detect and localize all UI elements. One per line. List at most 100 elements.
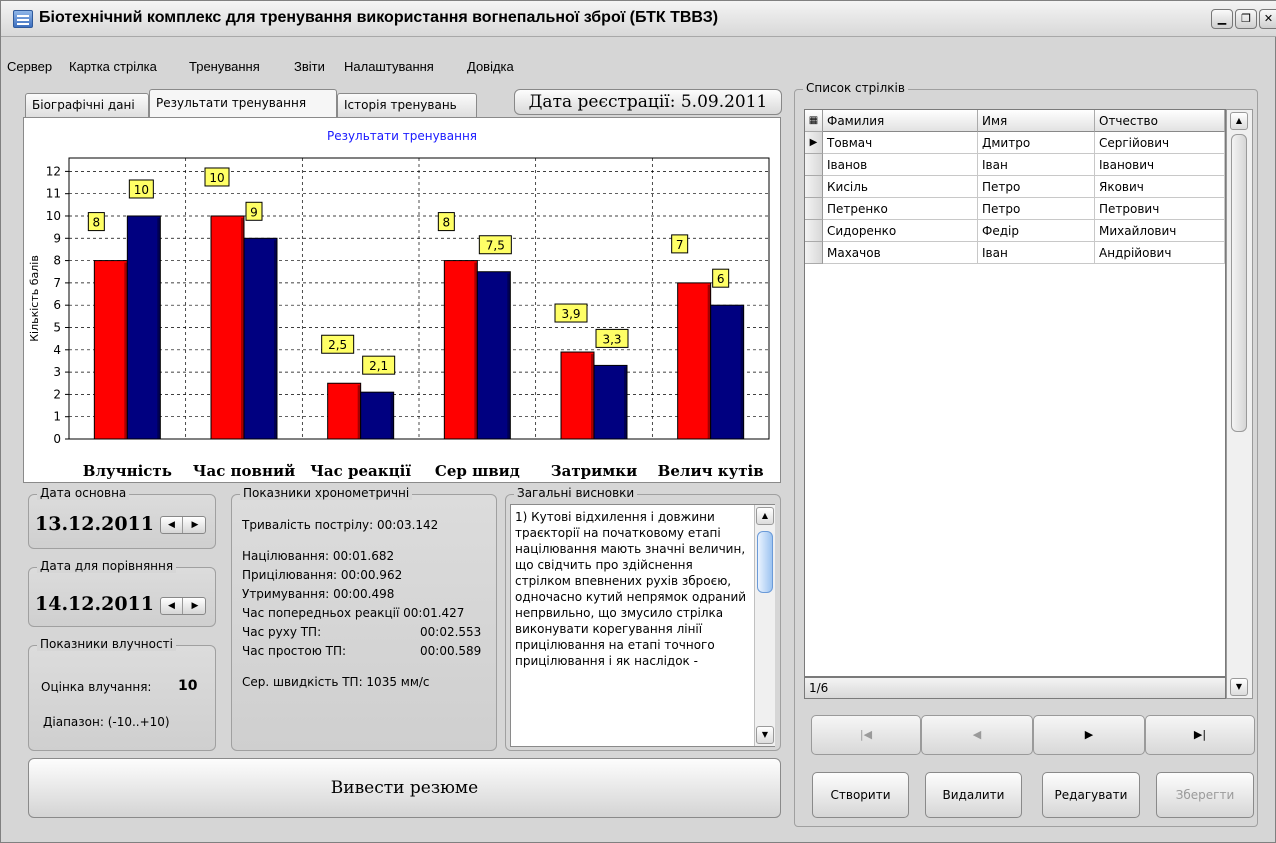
menu-settings[interactable]: Налаштування xyxy=(344,59,434,74)
tab-biography[interactable]: Біографічні дані xyxy=(25,93,149,117)
minimize-icon[interactable]: ▁ xyxy=(1211,9,1233,29)
menu-shooter-card[interactable]: Картка стрілка xyxy=(69,59,157,74)
data-label: 10 xyxy=(209,171,224,185)
bar xyxy=(93,260,128,440)
column-header-surname[interactable]: Фамилия xyxy=(823,110,978,132)
column-header-patronymic[interactable]: Отчество xyxy=(1095,110,1225,132)
data-label: 7 xyxy=(676,238,684,252)
row-indicator[interactable] xyxy=(805,198,823,220)
summary-button[interactable]: Вивести резюме xyxy=(28,758,781,818)
grid-scroll-thumb[interactable] xyxy=(1231,134,1247,432)
date-compare-prev-icon[interactable]: ◀ xyxy=(161,598,183,614)
registration-date: Дата реєстрації: 5.09.2011 xyxy=(514,89,782,115)
app-window: Біотехнічний комплекс для тренування вик… xyxy=(0,0,1276,843)
table-cell[interactable]: Андрійович xyxy=(1095,242,1225,264)
tab-training-results[interactable]: Результати тренування xyxy=(149,89,337,117)
scroll-thumb[interactable] xyxy=(757,531,773,593)
table-row[interactable]: Сидоренко xyxy=(823,220,978,242)
bar xyxy=(360,391,395,440)
row-indicator[interactable] xyxy=(805,242,823,264)
menu-help[interactable]: Довідка xyxy=(467,59,514,74)
bar-shadow xyxy=(274,240,277,439)
y-tick-label: 1 xyxy=(53,410,61,424)
table-cell[interactable]: Іван xyxy=(978,242,1095,264)
bar xyxy=(443,260,478,440)
title-bar: Біотехнічний комплекс для тренування вик… xyxy=(1,1,1276,37)
category-label: Час повний xyxy=(193,462,295,480)
menu-training[interactable]: Тренування xyxy=(189,59,260,74)
y-tick-label: 10 xyxy=(46,209,61,223)
data-label: 7,5 xyxy=(486,239,505,253)
accuracy-score-label: Оцінка влучання: xyxy=(41,680,152,694)
table-cell[interactable]: Петрович xyxy=(1095,198,1225,220)
chrono-targeting: Прицілювання: 00:00.962 xyxy=(242,568,403,582)
table-row[interactable]: Кисіль xyxy=(823,176,978,198)
menu-server[interactable]: Сервер xyxy=(7,59,52,74)
y-tick-label: 7 xyxy=(53,276,61,290)
results-chart: 0123456789101112Кількість балів810Влучні… xyxy=(28,157,770,480)
nav-last-button[interactable]: ▶| xyxy=(1145,715,1255,755)
bar xyxy=(677,282,712,440)
conclusions-textbox[interactable]: 1) Кутові відхилення і довжини траєкторі… xyxy=(510,504,775,747)
date-compare-legend: Дата для порівняння xyxy=(37,559,177,573)
bar xyxy=(327,382,362,440)
shooters-legend: Список стрілків xyxy=(803,81,908,95)
table-cell[interactable]: Іван xyxy=(978,154,1095,176)
data-label: 10 xyxy=(134,183,149,197)
conclusions-scrollbar[interactable]: ▲ ▼ xyxy=(754,505,775,746)
edit-button[interactable]: Редагувати xyxy=(1042,772,1140,818)
scroll-down-icon[interactable]: ▼ xyxy=(756,726,774,744)
menu-reports[interactable]: Звіти xyxy=(294,59,325,74)
table-row[interactable]: Товмач xyxy=(823,132,978,154)
row-indicator-icon[interactable]: ▶ xyxy=(805,132,823,154)
chrono-tp-move-value: 00:02.553 xyxy=(420,625,482,639)
create-button[interactable]: Створити xyxy=(812,772,909,818)
chrono-tp-move-label: Час руху ТП: xyxy=(242,625,322,639)
date-main-stepper[interactable]: ◀ ▶ xyxy=(160,516,206,534)
y-axis-label: Кількість балів xyxy=(28,255,41,342)
save-button[interactable]: Зберегти xyxy=(1156,772,1254,818)
table-row[interactable]: Петренко xyxy=(823,198,978,220)
row-indicator[interactable] xyxy=(805,176,823,198)
date-compare-value: 14.12.2011 xyxy=(35,593,154,615)
table-row[interactable]: Іванов xyxy=(823,154,978,176)
table-row[interactable]: Махачов xyxy=(823,242,978,264)
date-main-next-icon[interactable]: ▶ xyxy=(184,517,206,533)
table-cell[interactable]: Петро xyxy=(978,198,1095,220)
category-label: Влучність xyxy=(83,462,172,480)
maximize-icon[interactable]: ❐ xyxy=(1235,9,1257,29)
column-header-name[interactable]: Имя xyxy=(978,110,1095,132)
table-cell[interactable]: Якович xyxy=(1095,176,1225,198)
chrono-group: Показники хронометричні Тривалість постр… xyxy=(231,486,497,751)
table-cell[interactable]: Дмитро xyxy=(978,132,1095,154)
date-compare-next-icon[interactable]: ▶ xyxy=(184,598,206,614)
bar-shadow xyxy=(740,307,744,439)
table-cell[interactable]: Сергійович xyxy=(1095,132,1225,154)
row-indicator[interactable] xyxy=(805,220,823,242)
delete-button[interactable]: Видалити xyxy=(925,772,1022,818)
chrono-legend: Показники хронометричні xyxy=(240,486,413,500)
bar-shadow xyxy=(390,394,394,439)
accuracy-range: Діапазон: (-10..+10) xyxy=(43,715,170,729)
table-cell[interactable]: Федір xyxy=(978,220,1095,242)
row-indicator[interactable] xyxy=(805,154,823,176)
tab-training-history[interactable]: Історія тренувань xyxy=(337,93,477,117)
nav-next-button[interactable]: ▶ xyxy=(1033,715,1145,755)
y-tick-label: 6 xyxy=(53,298,61,312)
bar xyxy=(560,351,595,440)
table-cell[interactable]: Михайлович xyxy=(1095,220,1225,242)
chrono-tp-idle-value: 00:00.589 xyxy=(420,644,482,658)
grid-corner-icon[interactable]: ▦ xyxy=(805,110,823,132)
date-main-prev-icon[interactable]: ◀ xyxy=(161,517,183,533)
nav-first-button[interactable]: |◀ xyxy=(811,715,921,755)
date-compare-stepper[interactable]: ◀ ▶ xyxy=(160,597,206,615)
table-cell[interactable]: Іванович xyxy=(1095,154,1225,176)
scroll-up-icon[interactable]: ▲ xyxy=(756,507,774,525)
nav-prev-button[interactable]: ◀ xyxy=(921,715,1033,755)
grid-scroll-up-icon[interactable]: ▲ xyxy=(1230,112,1248,130)
table-cell[interactable]: Петро xyxy=(978,176,1095,198)
close-icon[interactable]: ✕ xyxy=(1259,9,1276,29)
grid-scroll-down-icon[interactable]: ▼ xyxy=(1230,678,1248,696)
grid-scrollbar[interactable]: ▲ ▼ xyxy=(1226,109,1253,699)
chrono-aiming: Націлювання: 00:01.682 xyxy=(242,549,395,563)
